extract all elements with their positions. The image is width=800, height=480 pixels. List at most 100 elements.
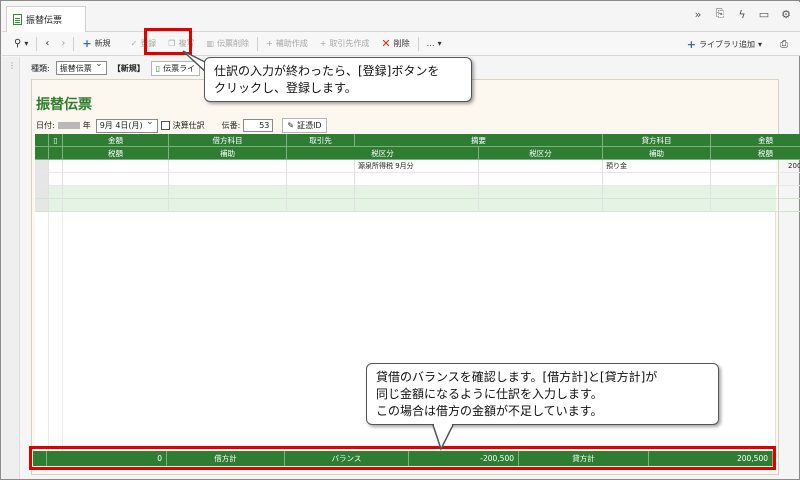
date-label: 日付: [36, 121, 55, 130]
kind-value: 振替伝票 [59, 63, 92, 73]
callout-tail [431, 423, 455, 451]
search-icon: ⚲ [14, 38, 22, 49]
document-icon [13, 14, 22, 25]
toolbar-separator [417, 36, 419, 51]
plus-icon: + [266, 39, 273, 48]
callout-line: 貸借のバランスを確認します。[借方計]と[貸方計]が [376, 370, 658, 384]
library-add-button[interactable]: + ライブラリ追加 ▾ [681, 34, 768, 54]
grip-icon: ⋮ [8, 61, 16, 70]
kind-select[interactable]: 振替伝票 [55, 59, 107, 75]
closing-checkbox[interactable] [160, 121, 170, 130]
plus-icon: + [686, 37, 696, 51]
app-window: 振替伝票 » ⎘ ϟ ▭ ⚙ ⚲ ▾ ‹ › + 新規 ✓ 登録 ❐ 複写 ▥ 伝票削除 … [0, 0, 800, 480]
header-blank [35, 134, 49, 147]
chevron-right-icon: › [61, 38, 66, 49]
callout-balance-instruction: 貸借のバランスを確認します。[借方計]と[貸方計]が 同じ金額になるように仕訳を… [366, 363, 719, 425]
year-suffix: 年 [82, 121, 91, 130]
left-gutter: ⋮ [2, 57, 20, 479]
tab-transfer-voucher[interactable]: 振替伝票 [6, 6, 86, 32]
close-icon: ✕ [381, 37, 391, 50]
partner-create-button[interactable]: + 取引先作成 [314, 34, 376, 54]
mode-label: 【新規】 [112, 63, 145, 73]
totals-highlight-frame [29, 446, 776, 470]
toolbar-separator [36, 36, 38, 51]
header-partner: 取引先 [287, 134, 355, 147]
date-select[interactable]: 9月 4日(月) [95, 117, 158, 133]
chevron-left-icon: ‹ [45, 38, 50, 49]
grid-header-row-2: 税額 補助 税区分 税区分 補助 税額 ◇ [35, 147, 800, 160]
header-credit-account: 貸方科目 [603, 134, 711, 147]
tab-bar: 振替伝票 » ⎘ ϟ ▭ ⚙ [2, 2, 800, 32]
header-debit-account: 借方科目 [169, 134, 287, 147]
header-debit-sub: 補助 [169, 147, 287, 160]
header-credit-amount: 金額 [711, 134, 800, 147]
partner-create-label: 取引先作成 [329, 39, 370, 48]
more-button[interactable]: … ▾ [421, 34, 448, 54]
toolbar-separator [257, 36, 258, 51]
page-title: 振替伝票 [36, 97, 92, 113]
header-debit-amount: 金額 [63, 134, 169, 147]
header-summary: 摘要 [355, 134, 603, 147]
callout-save-instruction: 仕訳の入力が終わったら、[登録]ボタンを クリックし、登録します。 [204, 57, 472, 102]
callout-line: 同じ金額になるように仕訳を入力します。 [376, 387, 603, 401]
window-icon[interactable]: ▭ [758, 8, 770, 21]
delete-button[interactable]: ✕ 削除 [375, 34, 415, 54]
aux-create-label: 補助作成 [275, 39, 308, 48]
delete-voucher-label: 伝票削除 [217, 39, 249, 48]
search-button[interactable]: ⚲ ▾ [8, 34, 34, 54]
table-row[interactable] [35, 173, 800, 186]
library-add-label: ライブラリ追加 [698, 39, 755, 49]
grid-header-row-1: ▯ 金額 借方科目 取引先 摘要 貸方科目 金額 ▢ [35, 134, 800, 147]
new-button[interactable]: + 新規 [76, 34, 116, 54]
credit-amount-cell[interactable]: 200,500 [711, 160, 800, 173]
printer-icon: ⎙ [780, 38, 788, 50]
plus-icon: + [319, 39, 327, 48]
more-label: … [426, 39, 435, 48]
book-icon: ▯ [155, 63, 161, 73]
back-button[interactable]: ‹ [39, 34, 55, 54]
toolbar-separator [73, 36, 75, 51]
header-blank [49, 147, 63, 160]
callout-line: この場合は借方の金額が不足しています。 [376, 404, 603, 418]
voucher-no-label: 伝番: [221, 121, 241, 130]
header-credit-sub: 補助 [603, 147, 711, 160]
dropdown-icon: ▾ [437, 39, 442, 48]
header-debit-taxclass: 税区分 [287, 147, 479, 160]
evidence-id-button[interactable]: ✎ 証憑ID [282, 118, 327, 133]
credit-account-cell[interactable]: 預り金 [603, 160, 711, 173]
evidence-id-label: 証憑ID [297, 121, 322, 130]
forward-button[interactable]: › [55, 34, 71, 54]
dropdown-icon: ▾ [24, 39, 29, 48]
check-icon: ✓ [130, 39, 138, 48]
tab-label: 振替伝票 [26, 16, 63, 26]
header-credit-tax: 税額 [711, 147, 800, 160]
toolbar-right: + ライブラリ追加 ▾ ⎙ [681, 34, 794, 54]
delete-label: 削除 [393, 39, 410, 48]
toolbar: ⚲ ▾ ‹ › + 新規 ✓ 登録 ❐ 複写 ▥ 伝票削除 + 補助作成 + 取引先作成 ✕ 削… [2, 32, 800, 56]
header-blank [35, 147, 49, 160]
bookmark-icon[interactable]: ⎘ [714, 7, 726, 21]
voucher-no-value: 53 [259, 121, 270, 130]
table-row[interactable]: 源泉所得税 9月分 預り金 200,500 [35, 160, 800, 173]
header-debit-tax: 税額 [63, 147, 169, 160]
closing-label: 決算仕訳 [172, 121, 205, 130]
kind-label: 種類: [31, 63, 50, 73]
table-row[interactable] [35, 199, 800, 212]
header-credit-taxclass: 税区分 [479, 147, 603, 160]
print-button[interactable]: ⎙ [774, 34, 794, 54]
settings-icon[interactable]: ⚙ [780, 8, 792, 21]
table-row[interactable] [35, 186, 800, 199]
book-icon: ▯ [49, 134, 63, 147]
summary-cell[interactable]: 源泉所得税 9月分 [355, 160, 479, 173]
edit-icon: ✎ [287, 121, 295, 130]
expand-icon[interactable]: » [692, 8, 704, 21]
voucher-info-line: 日付: 年 9月 4日(月) 決算仕訳 伝番: 53 ✎証憑ID [36, 117, 327, 133]
new-label: 新規 [94, 39, 111, 48]
voucher-no-input[interactable]: 53 [243, 119, 274, 132]
callout-line: 仕訳の入力が終わったら、[登録]ボタンを [214, 64, 440, 78]
trash-icon: ▥ [206, 39, 214, 48]
year-redacted [57, 122, 80, 129]
callout-line: クリックし、登録します。 [214, 81, 357, 95]
bolt-icon[interactable]: ϟ [736, 8, 748, 21]
aux-create-button[interactable]: + 補助作成 [260, 34, 314, 54]
